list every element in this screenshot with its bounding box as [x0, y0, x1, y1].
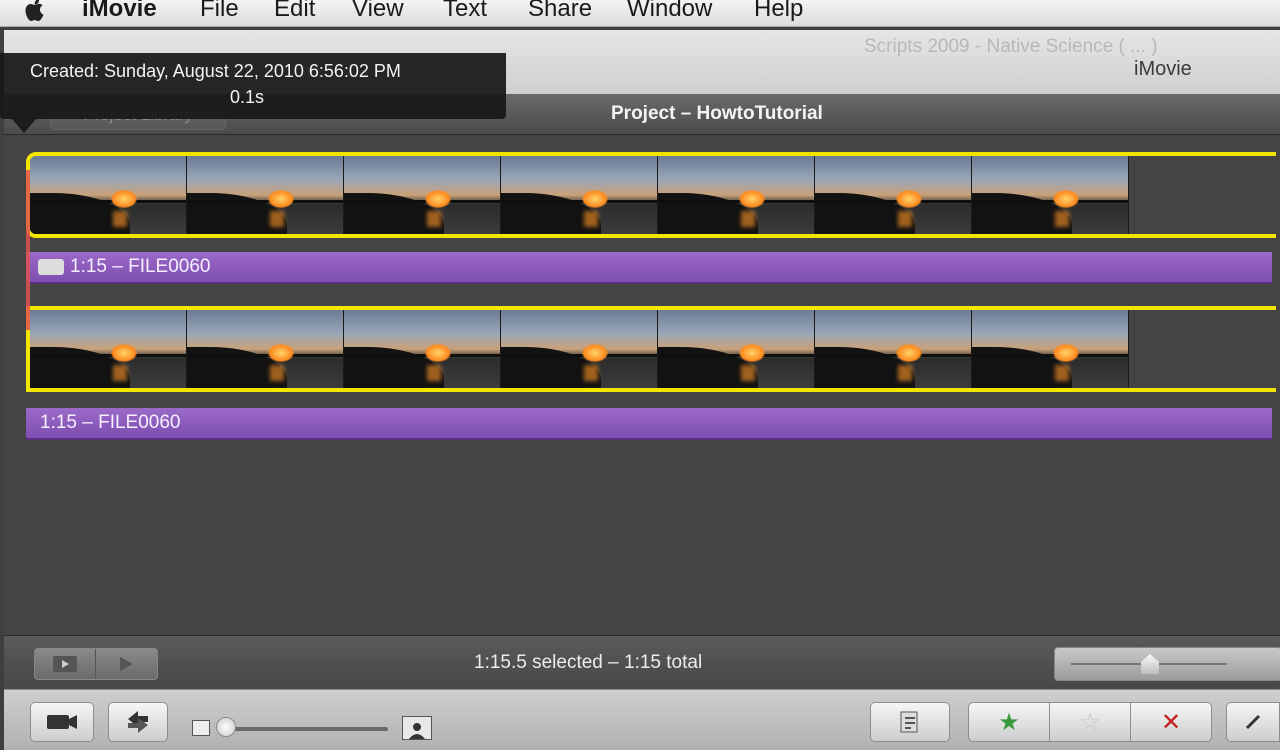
tooltip-created-date: Created: Sunday, August 22, 2010 6:56:02…	[30, 61, 401, 81]
swap-icon	[128, 711, 148, 733]
imovie-window: Scripts 2009 - Native Science ( ... ) iM…	[4, 30, 1280, 750]
main-toolbar: ★ ☆ ✕	[4, 689, 1280, 750]
clip-frame	[30, 156, 187, 234]
tooltip-duration: 0.1s	[230, 87, 265, 107]
project-title: Project – HowtoTutorial	[611, 103, 823, 124]
thumbnail-slider-knob[interactable]	[216, 717, 236, 737]
menu-imovie[interactable]: iMovie	[82, 0, 157, 23]
clip-frame	[187, 310, 344, 388]
video-clip-2[interactable]	[26, 306, 1276, 392]
clip-frame	[30, 388, 187, 392]
clip-frame	[501, 156, 658, 234]
crop-tool-button[interactable]	[1226, 702, 1280, 742]
unmark-icon: ☆	[1079, 708, 1101, 736]
keyword-icon	[900, 711, 918, 733]
menu-window[interactable]: Window	[627, 0, 712, 23]
person-icon	[409, 723, 425, 739]
clip-frame	[344, 310, 501, 388]
selection-info: 1:15.5 selected – 1:15 total	[474, 652, 703, 673]
keyword-button[interactable]	[870, 702, 950, 742]
menu-bar: iMovie File Edit View Text Share Window …	[0, 0, 1280, 27]
camera-icon	[47, 715, 77, 729]
audio-track-label: 1:15 – FILE0060	[40, 412, 181, 433]
background-window-title: Scripts 2009 - Native Science ( ... )	[864, 36, 1158, 57]
clip-frame	[30, 234, 187, 238]
menu-text[interactable]: Text	[443, 0, 487, 23]
window-title: iMovie	[1134, 58, 1192, 80]
project-status-bar: 1:15.5 selected – 1:15 total	[4, 635, 1280, 690]
import-camera-button[interactable]	[30, 702, 94, 742]
clip-frame	[815, 156, 972, 234]
clip-frame	[815, 310, 972, 388]
reject-icon: ✕	[1160, 708, 1182, 736]
clip-frame	[658, 156, 815, 234]
menu-edit[interactable]: Edit	[274, 0, 315, 23]
playhead[interactable]	[26, 170, 30, 330]
playback-controls	[34, 648, 158, 680]
play-fullscreen-icon	[53, 656, 77, 672]
slider-thumb[interactable]	[1141, 654, 1159, 674]
play-full-screen-button[interactable]	[35, 649, 95, 679]
tooltip-pointer	[12, 119, 36, 133]
menu-file[interactable]: File	[200, 0, 239, 23]
mark-favorite-button[interactable]: ★	[968, 702, 1050, 742]
clip-frame	[344, 156, 501, 234]
clip-frame	[972, 156, 1129, 234]
play-icon	[120, 657, 133, 671]
large-thumb-icon[interactable]	[402, 716, 432, 740]
unmark-button[interactable]: ☆	[1049, 702, 1131, 742]
menu-help[interactable]: Help	[754, 0, 803, 23]
clip-frame	[972, 310, 1129, 388]
video-clip-1[interactable]	[26, 152, 1276, 238]
clip-frame	[658, 310, 815, 388]
clip-info-tooltip: Created: Sunday, August 22, 2010 6:56:02…	[0, 53, 506, 119]
audio-track-2[interactable]: 1:15 – FILE0060	[26, 408, 1272, 440]
favorite-icon: ★	[998, 708, 1020, 736]
menu-view[interactable]: View	[352, 0, 404, 23]
thumbnail-size-slider[interactable]	[218, 727, 388, 731]
swap-events-projects-button[interactable]	[108, 702, 168, 742]
small-thumb-icon[interactable]	[192, 720, 210, 736]
clip-frame	[187, 156, 344, 234]
play-button[interactable]	[96, 649, 156, 679]
menu-share[interactable]: Share	[528, 0, 592, 23]
clip-menu-icon[interactable]	[38, 259, 64, 275]
clip-size-slider[interactable]	[1054, 647, 1280, 681]
reject-button[interactable]: ✕	[1130, 702, 1212, 742]
clip-frame	[501, 310, 658, 388]
crop-icon	[1245, 714, 1261, 730]
audio-track-1[interactable]: 1:15 – FILE0060	[26, 252, 1272, 284]
apple-icon[interactable]	[22, 0, 48, 22]
clip-frame	[30, 310, 187, 388]
audio-track-label: 1:15 – FILE0060	[70, 256, 211, 277]
